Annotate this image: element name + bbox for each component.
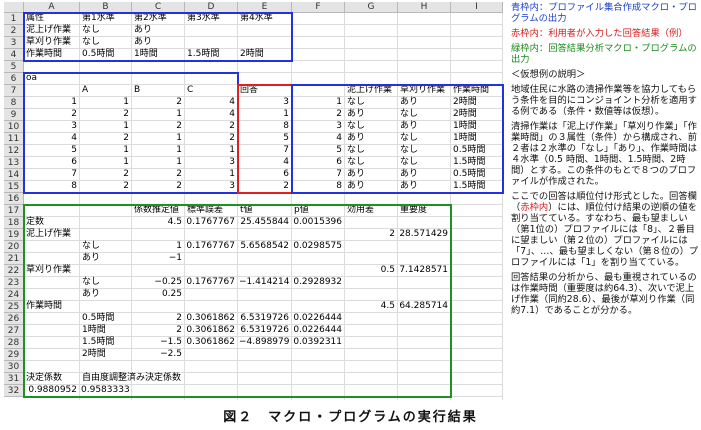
column-header-i[interactable]: I [451, 2, 503, 13]
row-header-9[interactable]: 9 [4, 109, 24, 121]
row-header-7[interactable]: 7 [4, 85, 24, 97]
row-header-18[interactable]: 18 [4, 217, 24, 229]
red-frame-answers [237, 84, 293, 194]
row-header-31[interactable]: 31 [4, 373, 24, 385]
blue-frame-attributes [23, 12, 293, 62]
row-header-21[interactable]: 21 [4, 253, 24, 265]
row-header-22[interactable]: 22 [4, 265, 24, 277]
row-header-28[interactable]: 28 [4, 337, 24, 349]
row-header-24[interactable]: 24 [4, 289, 24, 301]
row-header-30[interactable]: 30 [4, 361, 24, 373]
green-legend-label: 緑枠内 [511, 43, 539, 54]
row-header-6[interactable]: 6 [4, 73, 24, 85]
row-header-19[interactable]: 19 [4, 229, 24, 241]
red-legend-label: 赤枠内 [511, 28, 539, 39]
row-header-14[interactable]: 14 [4, 169, 24, 181]
row-header-32[interactable]: 32 [4, 385, 24, 397]
row-header-11[interactable]: 11 [4, 133, 24, 145]
p3-red-label: 赤枠内 [520, 202, 549, 213]
blue-legend: 青枠内：プロファイル集合作成マクロ・プログラムの出力 [511, 2, 699, 24]
blue-legend-text: ：プロファイル集合作成マクロ・プログラムの出力 [511, 2, 697, 24]
row-header-12[interactable]: 12 [4, 145, 24, 157]
row-header-20[interactable]: 20 [4, 241, 24, 253]
row-header-13[interactable]: 13 [4, 157, 24, 169]
notes-panel: 青枠内：プロファイル集合作成マクロ・プログラムの出力 赤枠内：利用者が入力した回… [511, 2, 699, 320]
row-header-29[interactable]: 29 [4, 349, 24, 361]
row-header-10[interactable]: 10 [4, 121, 24, 133]
row-header-3[interactable]: 3 [4, 37, 24, 49]
blue-frame-profiles-labels [291, 84, 504, 194]
row-header-15[interactable]: 15 [4, 181, 24, 193]
row-header-16[interactable]: 16 [4, 193, 24, 205]
green-legend: 緑枠内：回答結果分析マクロ・プログラムの出力 [511, 43, 699, 65]
column-header-h[interactable]: H [398, 2, 451, 13]
example-heading: ＜仮想例の説明＞ [511, 69, 586, 80]
row-header-8[interactable]: 8 [4, 97, 24, 109]
column-header-f[interactable]: F [292, 2, 345, 13]
red-legend: 赤枠内：利用者が入力した回答結果（例） [511, 28, 699, 39]
row-header-1[interactable]: 1 [4, 13, 24, 25]
blue-frame-profiles-coded [23, 72, 239, 194]
row-header-5[interactable]: 5 [4, 61, 24, 73]
row-header-23[interactable]: 23 [4, 277, 24, 289]
row-header-17[interactable]: 17 [4, 205, 24, 217]
green-legend-text: ：回答結果分析マクロ・プログラムの出力 [511, 43, 697, 65]
explanation-paragraph-2: 清掃作業は「泥上げ作業」「草刈り作業」「作業時間」の３属性（条件）から構成され、… [511, 121, 698, 187]
spreadsheet: A B C D E F G H I 1 2 3 4 5 6 7 8 9 10 11 12 13 14 15 16 17 18 19 20… [4, 2, 504, 400]
row-header-26[interactable]: 26 [4, 313, 24, 325]
select-all-corner[interactable] [4, 2, 24, 13]
row-header-25[interactable]: 25 [4, 301, 24, 313]
column-header-g[interactable]: G [345, 2, 398, 13]
figure-caption: 図２ マクロ・プログラムの実行結果 [223, 410, 478, 425]
green-frame-analysis [23, 204, 452, 398]
explanation-paragraph-4: 回答結果の分析から、最も重視されているのは作業時間（重要度は約64.3）、次いで… [511, 272, 697, 316]
blue-legend-label: 青枠内 [511, 2, 539, 13]
row-header-4[interactable]: 4 [4, 49, 24, 61]
red-legend-text: ：利用者が入力した回答結果（例） [538, 28, 688, 39]
explanation-paragraph-3: ここでの回答は順位付け形式とした。回答欄（赤枠内）には、順位付け結果の逆順の値を… [511, 191, 699, 268]
row-header-2[interactable]: 2 [4, 25, 24, 37]
row-header-27[interactable]: 27 [4, 325, 24, 337]
explanation-paragraph-1: 地域住民に水路の清掃作業等を協力してもらう条件を目的にコンジョイント分析を適用す… [511, 84, 697, 117]
